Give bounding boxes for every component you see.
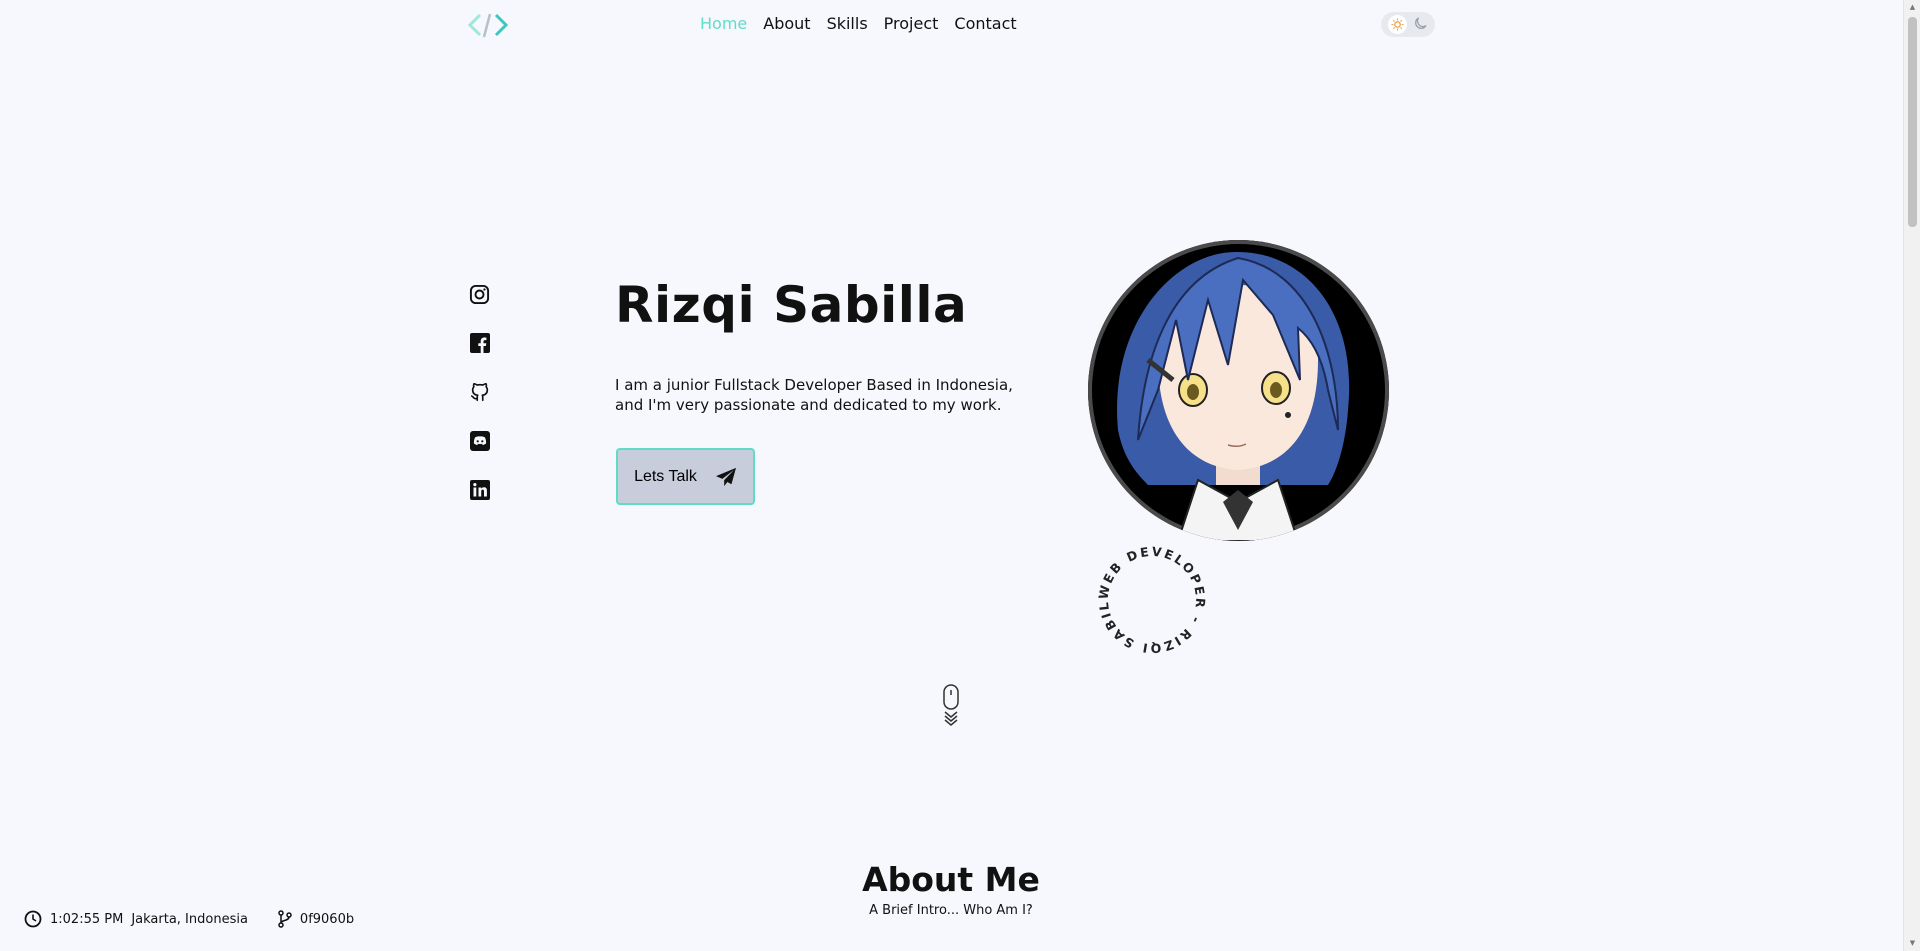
page-scrollbar[interactable]: ▲ ▼: [1903, 0, 1920, 951]
nav-skills[interactable]: Skills: [827, 14, 868, 33]
scroll-up-arrow-icon[interactable]: ▲: [1908, 3, 1917, 12]
role-badge-circular-text: WEB DEVELOPER - RIZQI SABILLA -: [1090, 538, 1208, 656]
sun-icon[interactable]: [1388, 15, 1408, 34]
hero-description: I am a junior Fullstack Developer Based …: [615, 375, 1015, 415]
main-nav: Home About Skills Project Contact: [700, 14, 1017, 33]
hero-name: Rizqi Sabilla: [615, 276, 968, 334]
scroll-down-arrow-icon[interactable]: ▼: [1908, 939, 1917, 948]
status-commit: 0f9060b: [299, 911, 355, 927]
lets-talk-button[interactable]: Lets Talk: [616, 448, 755, 505]
instagram-icon[interactable]: [467, 283, 492, 305]
facebook-icon[interactable]: [467, 332, 492, 354]
nav-home[interactable]: Home: [700, 14, 747, 33]
paper-plane-icon: [715, 467, 736, 486]
status-location: Jakarta, Indonesia: [131, 911, 248, 927]
avatar: [1088, 240, 1389, 541]
social-links: [467, 283, 492, 501]
linkedin-icon[interactable]: [467, 479, 492, 501]
git-branch-icon: [278, 910, 292, 928]
about-title: About Me: [862, 860, 1040, 899]
status-time: 1:02:55 PM: [50, 911, 124, 927]
badge-text: WEB DEVELOPER - RIZQI SABILLA -: [1090, 538, 1206, 656]
scroll-down-icon[interactable]: [941, 684, 961, 728]
logo-icon[interactable]: [466, 10, 510, 40]
nav-project[interactable]: Project: [884, 14, 939, 33]
clock-icon: [24, 910, 42, 928]
github-icon[interactable]: [467, 381, 492, 403]
hero-description-line1: I am a junior Fullstack Developer Based …: [615, 376, 1013, 394]
nav-about[interactable]: About: [763, 14, 810, 33]
scrollbar-thumb[interactable]: [1908, 17, 1917, 227]
lets-talk-label: Lets Talk: [634, 467, 697, 485]
discord-icon[interactable]: [467, 430, 492, 452]
nav-contact[interactable]: Contact: [954, 14, 1016, 33]
status-bar: 1:02:55 PM Jakarta, Indonesia 0f9060b: [24, 910, 354, 928]
hero-description-line2: and I'm very passionate and dedicated to…: [615, 396, 1002, 414]
theme-toggle[interactable]: [1381, 12, 1435, 37]
svg-text:WEB DEVELOPER - RIZQI SABILLA: WEB DEVELOPER - RIZQI SABILLA -: [1090, 538, 1208, 656]
moon-icon[interactable]: [1414, 15, 1428, 34]
